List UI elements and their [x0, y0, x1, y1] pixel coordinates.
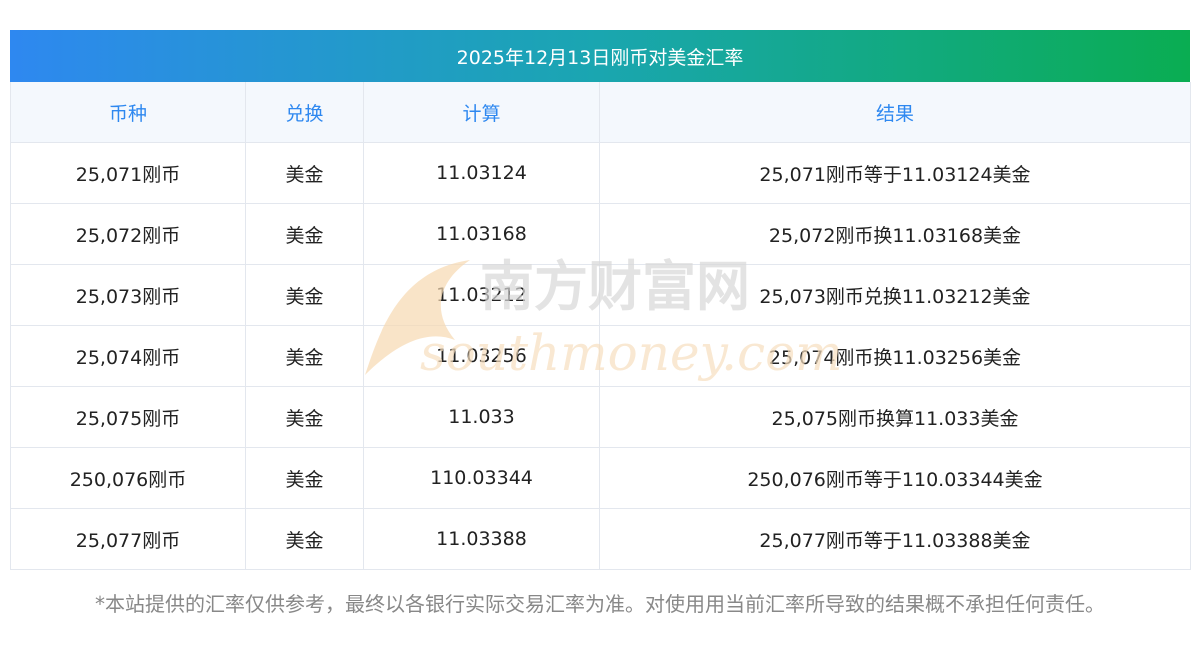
rate-table: 币种 兑换 计算 结果 25,071刚币 美金 11.03124 25,071刚…	[10, 82, 1191, 570]
cell-result: 250,076刚币等于110.03344美金	[599, 447, 1191, 509]
cell-result: 25,073刚币兑换11.03212美金	[599, 264, 1191, 326]
cell-target: 美金	[245, 447, 364, 509]
cell-result: 25,074刚币换11.03256美金	[599, 325, 1191, 387]
cell-value: 11.03168	[363, 203, 600, 265]
table-title: 2025年12月13日刚币对美金汇率	[10, 30, 1190, 82]
cell-value: 110.03344	[363, 447, 600, 509]
cell-value: 11.03124	[363, 142, 600, 204]
cell-value: 11.03212	[363, 264, 600, 326]
table-header-row: 币种 兑换 计算 结果	[10, 82, 1191, 143]
cell-value: 11.03256	[363, 325, 600, 387]
table-row: 25,077刚币 美金 11.03388 25,077刚币等于11.03388美…	[10, 508, 1191, 570]
table-row: 25,071刚币 美金 11.03124 25,071刚币等于11.03124美…	[10, 142, 1191, 204]
cell-currency: 25,073刚币	[10, 264, 246, 326]
table-row: 25,074刚币 美金 11.03256 25,074刚币换11.03256美金	[10, 325, 1191, 387]
cell-currency: 25,075刚币	[10, 386, 246, 448]
table-row: 250,076刚币 美金 110.03344 250,076刚币等于110.03…	[10, 447, 1191, 509]
table-row: 25,073刚币 美金 11.03212 25,073刚币兑换11.03212美…	[10, 264, 1191, 326]
table-row: 25,075刚币 美金 11.033 25,075刚币换算11.033美金	[10, 386, 1191, 448]
cell-result: 25,077刚币等于11.03388美金	[599, 508, 1191, 570]
cell-value: 11.033	[363, 386, 600, 448]
disclaimer-text: *本站提供的汇率仅供参考，最终以各银行实际交易汇率为准。对使用用当前汇率所导致的…	[95, 592, 1105, 616]
table-row: 25,072刚币 美金 11.03168 25,072刚币换11.03168美金	[10, 203, 1191, 265]
cell-target: 美金	[245, 508, 364, 570]
column-header-exchange: 兑换	[245, 82, 364, 143]
cell-target: 美金	[245, 386, 364, 448]
cell-target: 美金	[245, 325, 364, 387]
cell-currency: 25,074刚币	[10, 325, 246, 387]
cell-currency: 25,077刚币	[10, 508, 246, 570]
cell-currency: 250,076刚币	[10, 447, 246, 509]
cell-target: 美金	[245, 264, 364, 326]
cell-value: 11.03388	[363, 508, 600, 570]
cell-target: 美金	[245, 203, 364, 265]
cell-currency: 25,072刚币	[10, 203, 246, 265]
cell-currency: 25,071刚币	[10, 142, 246, 204]
cell-result: 25,075刚币换算11.033美金	[599, 386, 1191, 448]
cell-target: 美金	[245, 142, 364, 204]
column-header-result: 结果	[599, 82, 1191, 143]
cell-result: 25,072刚币换11.03168美金	[599, 203, 1191, 265]
column-header-currency: 币种	[10, 82, 246, 143]
cell-result: 25,071刚币等于11.03124美金	[599, 142, 1191, 204]
rate-table-container: 2025年12月13日刚币对美金汇率 币种 兑换 计算 结果 25,071刚币 …	[10, 30, 1191, 622]
column-header-calc: 计算	[363, 82, 600, 143]
